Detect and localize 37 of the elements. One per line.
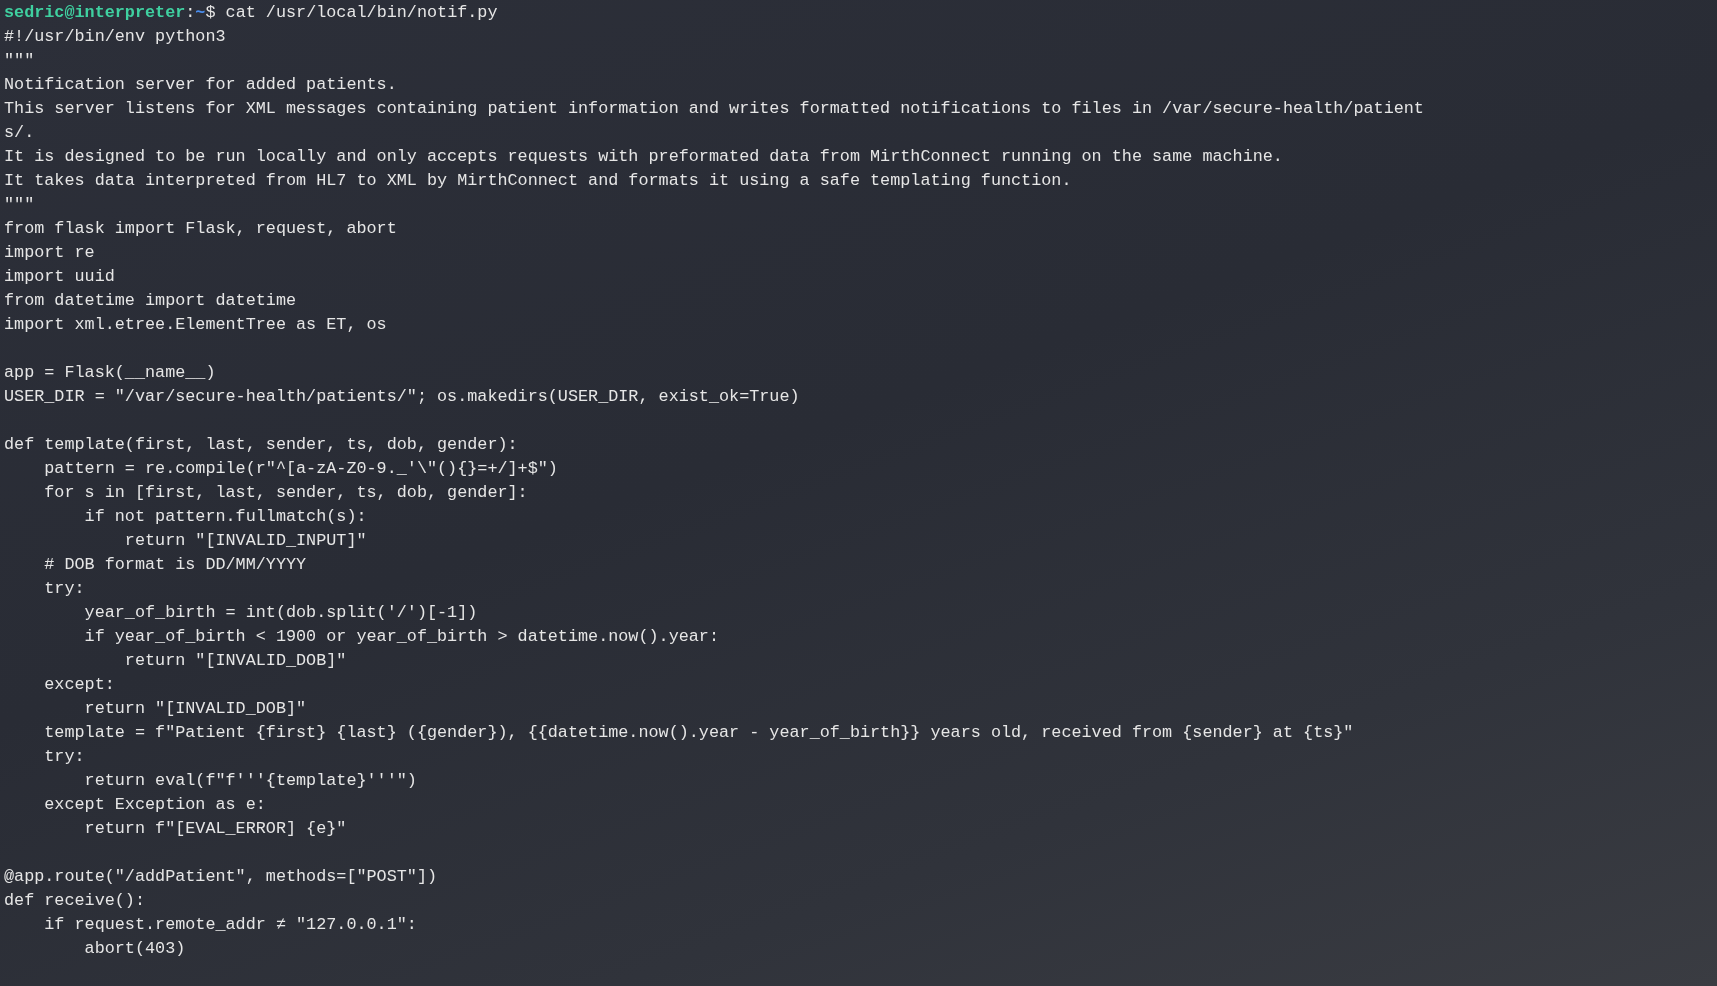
- code-line: """: [4, 194, 35, 216]
- code-line: return "[INVALID_INPUT]": [123, 530, 367, 552]
- code-line: @app.route("/addPatient", methods=["POST"]): [4, 866, 438, 888]
- code-line: app = Flask(__name__): [4, 362, 216, 384]
- code-line: import re: [4, 242, 95, 264]
- code-line: pattern = re.compile(r"^[a-zA-Z0-9._'\"(){}=+/]+$"): [43, 458, 558, 480]
- code-line: Notification server for added patients.: [4, 74, 397, 96]
- code-line: try:: [43, 578, 85, 600]
- code-line: if not pattern.fullmatch(s):: [83, 506, 367, 528]
- prompt-line: sedric@interpreter:~$ cat /usr/local/bin/notif.py: [4, 2, 498, 24]
- code-line: year_of_birth = int(dob.split('/')[-1]): [83, 602, 478, 624]
- code-line: return "[INVALID_DOB]": [123, 650, 347, 672]
- code-line: # DOB format is DD/MM/YYYY: [43, 554, 307, 576]
- code-line: except:: [43, 674, 115, 696]
- code-line: USER_DIR = "/var/secure-health/patients/"; os.makedirs(USER_DIR, exist_ok=True): [4, 386, 800, 408]
- code-line: from datetime import datetime: [4, 290, 297, 312]
- code-line: s/.: [4, 122, 35, 144]
- code-line: if request.remote_addr ≠ "127.0.0.1":: [43, 914, 417, 936]
- code-line: return "[INVALID_DOB]": [83, 698, 307, 720]
- code-line: try:: [43, 746, 85, 768]
- code-line: #!/usr/bin/env python3: [4, 26, 226, 48]
- code-line: import xml.etree.ElementTree as ET, os: [4, 314, 387, 336]
- code-line: It takes data interpreted from HL7 to XML by MirthConnect and formats it using a safe templating function.: [4, 170, 1072, 192]
- code-line: def template(first, last, sender, ts, dob, gender):: [4, 434, 518, 456]
- code-line: template = f"Patient {first} {last} ({gender}), {{datetime.now().year - year_of_birth}} years old, received from {sender} at {ts}": [43, 722, 1354, 744]
- code-line: It is designed to be run locally and only accepts requests with preformated data from MirthConnect running on the same machine.: [4, 146, 1283, 168]
- code-line: except Exception as e:: [43, 794, 266, 816]
- code-line: for s in [first, last, sender, ts, dob, gender]:: [43, 482, 528, 504]
- code-line: return eval(f"f'''{template}'''"): [83, 770, 417, 792]
- code-line: abort(403): [83, 938, 186, 960]
- code-line: """: [4, 50, 35, 72]
- code-line: if year_of_birth < 1900 or year_of_birth > datetime.now().year:: [83, 626, 719, 648]
- code-line: def receive():: [4, 890, 145, 912]
- code-line: return f"[EVAL_ERROR] {e}": [83, 818, 347, 840]
- code-line: from flask import Flask, request, abort: [4, 218, 397, 240]
- code-line: import uuid: [4, 266, 115, 288]
- code-line: This server listens for XML messages containing patient information and writes formatted notifications to files in /var/secure-health/patient: [4, 98, 1424, 120]
